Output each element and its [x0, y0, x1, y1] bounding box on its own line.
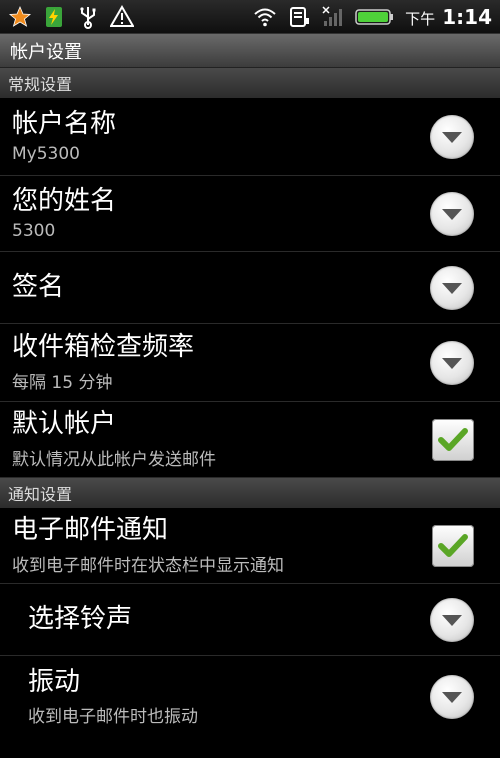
- inbox-check-value: 每隔 15 分钟: [12, 372, 113, 393]
- section-header-notifications: 通知设置: [0, 478, 500, 508]
- battery-charging-icon: [42, 5, 66, 29]
- ringtone-item[interactable]: 选择铃声: [0, 584, 500, 656]
- battery-icon: [355, 5, 395, 29]
- account-name-title: 帐户名称: [12, 108, 117, 139]
- email-notify-item[interactable]: 电子邮件通知 收到电子邮件时在状态栏中显示通知: [0, 508, 500, 584]
- signature-item[interactable]: 签名: [0, 252, 500, 324]
- vibrate-item[interactable]: 振动 收到电子邮件时也振动: [0, 656, 500, 738]
- your-name-value: 5300: [12, 221, 56, 242]
- usb-icon: [76, 5, 100, 29]
- checkmark-icon: [438, 533, 468, 557]
- default-account-desc: 默认情况从此帐户发送邮件: [12, 449, 216, 470]
- status-time: 下午 1:14: [405, 5, 492, 29]
- status-bar: 下午 1:14: [0, 0, 500, 34]
- inbox-check-item[interactable]: 收件箱检查频率 每隔 15 分钟: [0, 324, 500, 402]
- inbox-check-title: 收件箱检查频率: [12, 332, 195, 363]
- page-title: 帐户设置: [0, 34, 500, 68]
- wifi-icon: [253, 5, 277, 29]
- email-notify-desc: 收到电子邮件时在状态栏中显示通知: [12, 555, 284, 576]
- default-account-title: 默认帐户: [12, 409, 117, 440]
- sim-icon: [287, 5, 311, 29]
- chevron-down-icon[interactable]: [430, 340, 474, 385]
- checkmark-icon: [438, 427, 468, 451]
- default-account-checkbox[interactable]: [432, 418, 474, 461]
- warning-icon: [109, 4, 135, 29]
- star-icon: [8, 5, 32, 29]
- signature-title: 签名: [12, 271, 65, 302]
- your-name-title: 您的姓名: [12, 185, 117, 216]
- chevron-down-icon[interactable]: [430, 675, 474, 719]
- default-account-item[interactable]: 默认帐户 默认情况从此帐户发送邮件: [0, 402, 500, 478]
- ampm-label: 下午: [405, 9, 436, 28]
- section-header-general: 常规设置: [0, 68, 500, 98]
- chevron-down-icon[interactable]: [430, 191, 474, 236]
- account-name-value: My5300: [12, 144, 80, 165]
- chevron-down-icon[interactable]: [430, 597, 474, 642]
- signal-icon: [321, 5, 345, 29]
- email-notify-checkbox[interactable]: [432, 524, 474, 567]
- your-name-item[interactable]: 您的姓名 5300: [0, 176, 500, 252]
- email-notify-title: 电子邮件通知: [12, 515, 169, 546]
- chevron-down-icon[interactable]: [430, 265, 474, 310]
- account-name-item[interactable]: 帐户名称 My5300: [0, 98, 500, 176]
- chevron-down-icon[interactable]: [430, 114, 474, 159]
- clock-time: 1:14: [442, 4, 492, 29]
